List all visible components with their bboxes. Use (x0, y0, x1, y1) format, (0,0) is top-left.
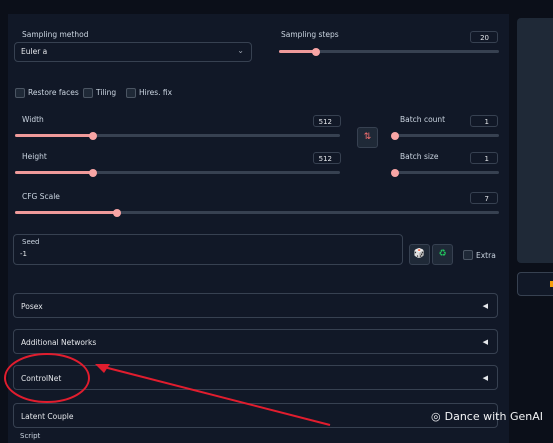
watermark-text: Dance with GenAI (444, 410, 543, 423)
annotation-circle (4, 353, 90, 403)
annotation-overlay (4, 353, 331, 426)
wechat-icon: ◎ (431, 410, 441, 423)
annotation-arrow-line (99, 365, 331, 426)
watermark: ◎ Dance with GenAI (431, 410, 543, 423)
